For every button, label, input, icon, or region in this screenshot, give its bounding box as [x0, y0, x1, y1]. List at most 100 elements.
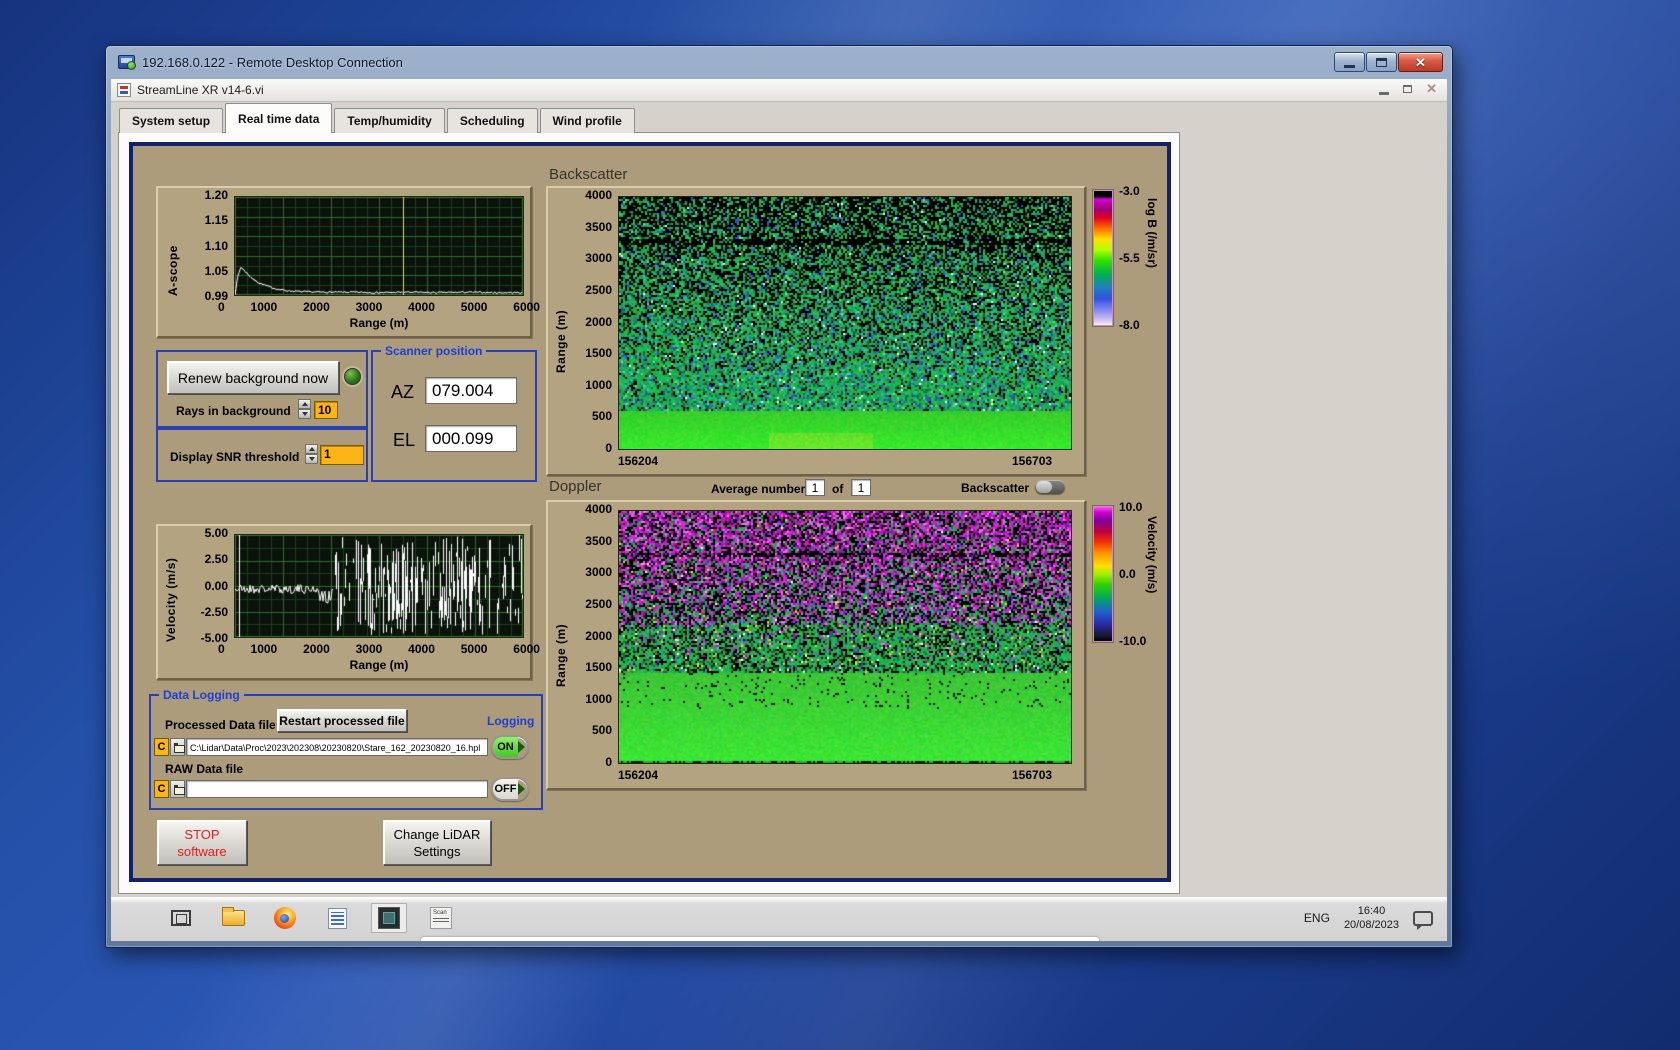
horizontal-scrollbar[interactable]	[421, 937, 1099, 941]
document-app-button[interactable]	[319, 903, 355, 933]
labview-front-panel: A-scope 1.201.151.101.050.99 01000200030…	[129, 142, 1171, 882]
rays-decrement-button[interactable]	[298, 409, 311, 419]
y-tick-label: 2500	[585, 285, 612, 296]
rays-increment-button[interactable]	[298, 399, 311, 409]
close-button[interactable]: ✕	[1398, 52, 1443, 72]
average-number-label: Average number	[711, 482, 805, 496]
snr-decrement-button[interactable]	[305, 454, 318, 464]
y-tick-label: 3500	[585, 536, 612, 547]
backscatter-toggle-switch[interactable]	[1035, 480, 1065, 494]
rays-spinner[interactable]	[298, 399, 311, 419]
desktop-background: 192.168.0.122 - Remote Desktop Connectio…	[0, 0, 1680, 1050]
maximize-button[interactable]	[1366, 52, 1397, 72]
raw-logging-off-button[interactable]: OFF	[491, 777, 529, 801]
average-total-field[interactable]: 1	[851, 479, 871, 496]
tab-wind-profile[interactable]: Wind profile	[540, 108, 635, 133]
y-tick-label: 1.15	[205, 215, 228, 226]
off-label: OFF	[495, 783, 517, 795]
y-tick-label: 500	[592, 411, 612, 422]
doppler-plot-area	[618, 510, 1072, 764]
on-label: ON	[497, 741, 514, 753]
active-app-button[interactable]	[371, 903, 407, 933]
renew-background-label: Renew background now	[178, 370, 328, 386]
x-tick-label: 0	[218, 300, 225, 314]
minimize-button[interactable]	[1334, 52, 1365, 72]
folder-icon	[222, 910, 245, 926]
y-tick-label: 1.20	[205, 190, 228, 201]
processed-path-field[interactable]: C:\Lidar\Data\Proc\2023\202308\20230820\…	[186, 738, 488, 756]
snr-spinner[interactable]	[305, 444, 318, 464]
ascope-y-ticks: 1.201.151.101.050.99	[186, 190, 228, 302]
task-view-button[interactable]	[163, 903, 199, 933]
x-tick-label: 2000	[303, 300, 330, 314]
change-settings-line1: Change LiDAR	[394, 826, 481, 843]
taskbar-tray: ENG 16:40 20/08/2023	[1304, 902, 1433, 934]
app-titlebar[interactable]: StreamLine XR v14-6.vi ✕	[111, 79, 1447, 102]
app-restore-icon[interactable]	[1403, 85, 1412, 93]
tab-scheduling[interactable]: Scheduling	[447, 108, 538, 133]
colorbar-tick-label: -10.0	[1119, 636, 1146, 646]
notification-center-icon[interactable]	[1413, 911, 1433, 926]
raw-data-file-label: RAW Data file	[165, 762, 243, 776]
file-explorer-button[interactable]	[215, 903, 251, 933]
y-tick-label: 0	[605, 757, 612, 768]
tab-system-setup[interactable]: System setup	[119, 108, 223, 133]
snr-threshold-box: Display SNR threshold 1	[156, 428, 368, 482]
firefox-icon	[274, 907, 296, 929]
taskbar-clock[interactable]: 16:40 20/08/2023	[1344, 904, 1399, 932]
app-close-icon[interactable]: ✕	[1426, 82, 1437, 95]
azimuth-value-field[interactable]: 079.004	[425, 377, 517, 404]
snr-value-field[interactable]: 1	[320, 445, 364, 465]
processed-browse-icon[interactable]	[170, 738, 185, 756]
rdp-titlebar[interactable]: 192.168.0.122 - Remote Desktop Connectio…	[106, 46, 1452, 78]
rays-value-field[interactable]: 10	[314, 401, 338, 419]
y-tick-label: 5.00	[205, 528, 228, 539]
tab-real-time-data[interactable]: Real time data	[225, 103, 332, 133]
maximize-icon	[1376, 58, 1387, 67]
on-arrow-icon	[518, 741, 525, 753]
x-tick-label: 4000	[408, 300, 435, 314]
restart-processed-file-button[interactable]: Restart processed file	[277, 709, 407, 732]
ascope-plot-area[interactable]	[234, 196, 524, 296]
average-number-field[interactable]: 1	[805, 479, 825, 496]
language-indicator[interactable]: ENG	[1304, 911, 1330, 925]
backscatter-toggle-label: Backscatter	[961, 481, 1029, 495]
doppler-color-scale-ticks: 10.00.0-10.0	[1119, 502, 1146, 646]
y-tick-label: 1.05	[205, 266, 228, 277]
stop-software-button[interactable]: STOP software	[157, 820, 247, 865]
app-minimize-icon[interactable]	[1379, 92, 1389, 95]
velocity-y-ticks: 5.002.500.00-2.50-5.00	[182, 528, 228, 644]
velocity-plot-area[interactable]	[234, 534, 524, 638]
firefox-button[interactable]	[267, 903, 303, 933]
taskbar-icons: Scan	[163, 903, 459, 933]
raw-browse-icon[interactable]	[170, 780, 185, 798]
processed-drive-chip[interactable]: C	[154, 738, 169, 756]
renew-background-button[interactable]: Renew background now	[167, 361, 339, 394]
y-tick-label: -2.50	[201, 607, 228, 618]
tab-temp-humidity[interactable]: Temp/humidity	[334, 108, 444, 133]
processed-logging-on-button[interactable]: ON	[491, 735, 529, 759]
backscatter-color-scale	[1093, 190, 1113, 326]
change-lidar-settings-button[interactable]: Change LiDAR Settings	[383, 820, 491, 865]
raw-drive-chip[interactable]: C	[154, 780, 169, 798]
rays-in-background-label: Rays in background	[176, 404, 291, 418]
background-status-led	[344, 368, 361, 385]
backscatter-x-start-label: 156204	[618, 454, 658, 468]
elevation-value-field[interactable]: 000.099	[425, 425, 517, 452]
scan-app-button[interactable]: Scan	[423, 903, 459, 933]
doppler-color-scale	[1093, 506, 1113, 642]
document-icon	[328, 908, 347, 929]
up-arrow-icon	[302, 402, 308, 406]
rdp-window-title: 192.168.0.122 - Remote Desktop Connectio…	[142, 55, 403, 70]
colorbar-tick-label: -3.0	[1119, 186, 1140, 196]
average-of-label: of	[832, 482, 843, 496]
raw-path-field[interactable]	[186, 780, 488, 798]
rdp-window-controls: ✕	[1334, 52, 1443, 72]
ascope-x-axis-label: Range (m)	[234, 316, 524, 330]
tab-page-real-time-data: A-scope 1.201.151.101.050.99 01000200030…	[118, 132, 1180, 894]
close-icon: ✕	[1415, 56, 1426, 69]
doppler-y-ticks: 40003500300025002000150010005000	[572, 504, 612, 768]
doppler-y-axis-label: Range (m)	[554, 597, 568, 687]
y-tick-label: 1500	[585, 348, 612, 359]
snr-increment-button[interactable]	[305, 444, 318, 454]
